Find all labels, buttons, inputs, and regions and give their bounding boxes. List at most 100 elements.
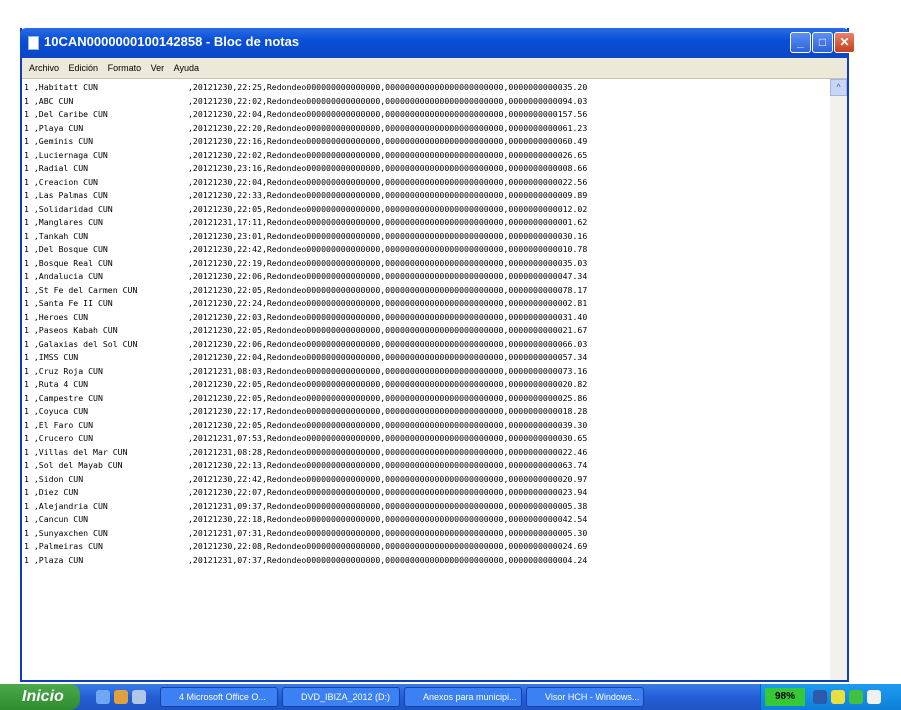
battery-indicator[interactable]: 98% [765, 688, 805, 706]
line-data: ,20121230,22:05,Redondeo000000000000000,… [188, 284, 588, 295]
line-name: 1 ,Habitatt CUN [24, 82, 98, 92]
line-data: ,20121230,23:01,Redondeo000000000000000,… [188, 230, 588, 241]
line-data: ,20121231,08:28,Redondeo000000000000000,… [188, 446, 588, 457]
close-button[interactable]: ✕ [834, 32, 855, 53]
line-name: 1 ,Geminis CUN [24, 136, 94, 146]
line-name: 1 ,Diez CUN [24, 487, 79, 497]
tray-network-icon[interactable] [813, 690, 827, 704]
line-data: ,20121230,22:05,Redondeo000000000000000,… [188, 419, 588, 430]
line-name: 1 ,Sol del Mayab CUN [24, 460, 123, 470]
line-name: 1 ,Galaxias del Sol CUN [24, 338, 138, 349]
line-data: ,20121230,22:06,Redondeo000000000000000,… [188, 271, 588, 281]
menu-bar: Archivo Edición Formato Ver Ayuda [22, 58, 847, 79]
line-name: 1 ,Villas del Mar CUN [24, 446, 128, 457]
tray-volume-icon[interactable] [867, 690, 881, 704]
line-data: ,20121230,22:24,Redondeo000000000000000,… [188, 298, 588, 308]
line-name: 1 ,Luciernaga CUN [24, 149, 108, 160]
line-name: 1 ,Del Bosque CUN [24, 244, 108, 254]
line-name: 1 ,Cancun CUN [24, 514, 89, 524]
quicklaunch-desktop-icon[interactable] [132, 690, 146, 704]
line-data: ,20121230,22:42,Redondeo000000000000000,… [188, 473, 588, 484]
line-data: ,20121230,23:16,Redondeo000000000000000,… [188, 163, 588, 173]
line-name: 1 ,Plaza CUN [24, 554, 84, 565]
line-name: 1 ,Andalucia CUN [24, 271, 103, 281]
line-data: ,20121231,07:53,Redondeo000000000000000,… [188, 433, 588, 443]
line-name: 1 ,Coyuca CUN [24, 406, 89, 416]
line-name: 1 ,Radial CUN [24, 163, 89, 173]
line-name: 1 ,Sidon CUN [24, 473, 84, 484]
line-data: ,20121230,22:17,Redondeo000000000000000,… [188, 406, 588, 416]
scroll-up-arrow-icon[interactable]: ^ [830, 79, 847, 96]
line-data: ,20121231,09:37,Redondeo000000000000000,… [188, 500, 588, 511]
line-data: ,20121230,22:05,Redondeo000000000000000,… [188, 325, 588, 335]
line-data: ,20121230,22:25,Redondeo000000000000000,… [188, 82, 588, 92]
line-data: ,20121230,22:05,Redondeo000000000000000,… [188, 392, 588, 403]
line-data: ,20121230,22:07,Redondeo000000000000000,… [188, 487, 588, 497]
menu-archivo[interactable]: Archivo [29, 58, 59, 78]
taskbar: Inicio 4 Microsoft Office O... DVD_IBIZA… [0, 684, 901, 710]
line-data: ,20121230,22:33,Redondeo000000000000000,… [188, 190, 588, 200]
line-name: 1 ,Campestre CUN [24, 392, 103, 403]
line-name: 1 ,IMSS CUN [24, 352, 79, 362]
line-data: ,20121230,22:18,Redondeo000000000000000,… [188, 514, 588, 524]
line-name: 1 ,Manglares CUN [24, 217, 103, 227]
maximize-button[interactable]: □ [812, 32, 833, 53]
window-title: 10CAN0000000100142858 - Bloc de notas [44, 34, 300, 49]
line-data: ,20121230,22:06,Redondeo000000000000000,… [188, 338, 588, 349]
text-editor-area[interactable]: 1 ,Habitatt CUN ,20121230,22:25,Redondeo0… [22, 79, 830, 680]
line-name: 1 ,Paseos Kabah CUN [24, 325, 118, 335]
taskbar-item-anexos[interactable]: Anexos para municipi... [404, 687, 522, 707]
taskbar-item-dvd[interactable]: DVD_IBIZA_2012 (D:) [282, 687, 400, 707]
line-data: ,20121230,22:04,Redondeo000000000000000,… [188, 176, 588, 187]
line-data: ,20121230,22:19,Redondeo000000000000000,… [188, 257, 588, 268]
menu-formato[interactable]: Formato [108, 58, 142, 78]
tray-security-icon[interactable] [831, 690, 845, 704]
line-name: 1 ,Palmeiras CUN [24, 541, 103, 551]
line-data: ,20121230,22:05,Redondeo000000000000000,… [188, 379, 588, 389]
line-name: 1 ,Heroes CUN [24, 311, 89, 322]
title-bar[interactable]: 10CAN0000000100142858 - Bloc de notas _ … [20, 28, 855, 58]
line-name: 1 ,Bosque Real CUN [24, 257, 113, 268]
line-data: ,20121230,22:08,Redondeo000000000000000,… [188, 541, 588, 551]
taskbar-item-office[interactable]: 4 Microsoft Office O... [160, 687, 278, 707]
line-name: 1 ,El Faro CUN [24, 419, 94, 430]
taskbar-item-visor[interactable]: Visor HCH - Windows... [526, 687, 644, 707]
line-name: 1 ,Cruz Roja CUN [24, 365, 103, 376]
line-name: 1 ,St Fe del Carmen CUN [24, 284, 138, 295]
line-data: ,20121230,22:20,Redondeo000000000000000,… [188, 122, 588, 133]
notepad-window: 10CAN0000000100142858 - Bloc de notas _ … [20, 28, 855, 682]
minimize-button[interactable]: _ [790, 32, 811, 53]
quicklaunch-ie-icon[interactable] [96, 690, 110, 704]
line-name: 1 ,Del Caribe CUN [24, 109, 108, 119]
tray-update-icon[interactable] [849, 690, 863, 704]
line-data: ,20121230,22:42,Redondeo000000000000000,… [188, 244, 588, 254]
line-name: 1 ,ABC CUN [24, 95, 74, 106]
menu-edicion[interactable]: Edición [69, 58, 99, 78]
line-data: ,20121230,22:03,Redondeo000000000000000,… [188, 311, 588, 322]
line-name: 1 ,Tankah CUN [24, 230, 89, 241]
line-data: ,20121230,22:13,Redondeo000000000000000,… [188, 460, 588, 470]
line-name: 1 ,Las Palmas CUN [24, 190, 108, 200]
vertical-scrollbar[interactable]: ^ [830, 79, 847, 680]
line-data: ,20121230,22:05,Redondeo000000000000000,… [188, 203, 588, 214]
line-name: 1 ,Sunyaxchen CUN [24, 527, 108, 538]
line-name: 1 ,Alejandria CUN [24, 500, 108, 511]
line-data: ,20121231,07:31,Redondeo000000000000000,… [188, 527, 588, 538]
line-data: ,20121231,08:03,Redondeo000000000000000,… [188, 365, 588, 376]
quicklaunch-media-icon[interactable] [114, 690, 128, 704]
line-name: 1 ,Solidaridad CUN [24, 203, 113, 214]
line-data: ,20121230,22:04,Redondeo000000000000000,… [188, 352, 588, 362]
notepad-icon [28, 36, 39, 50]
line-name: 1 ,Ruta 4 CUN [24, 379, 89, 389]
line-data: ,20121230,22:04,Redondeo000000000000000,… [188, 109, 588, 119]
line-name: 1 ,Santa Fe II CUN [24, 298, 113, 308]
line-name: 1 ,Playa CUN [24, 122, 84, 133]
system-tray: 98% [760, 684, 901, 710]
line-data: ,20121230,22:16,Redondeo000000000000000,… [188, 136, 588, 146]
start-button[interactable]: Inicio [0, 684, 80, 710]
line-data: ,20121231,17:11,Redondeo000000000000000,… [188, 217, 588, 227]
menu-ver[interactable]: Ver [151, 58, 165, 78]
menu-ayuda[interactable]: Ayuda [174, 58, 199, 78]
line-name: 1 ,Crucero CUN [24, 433, 94, 443]
line-name: 1 ,Creacion CUN [24, 176, 98, 187]
